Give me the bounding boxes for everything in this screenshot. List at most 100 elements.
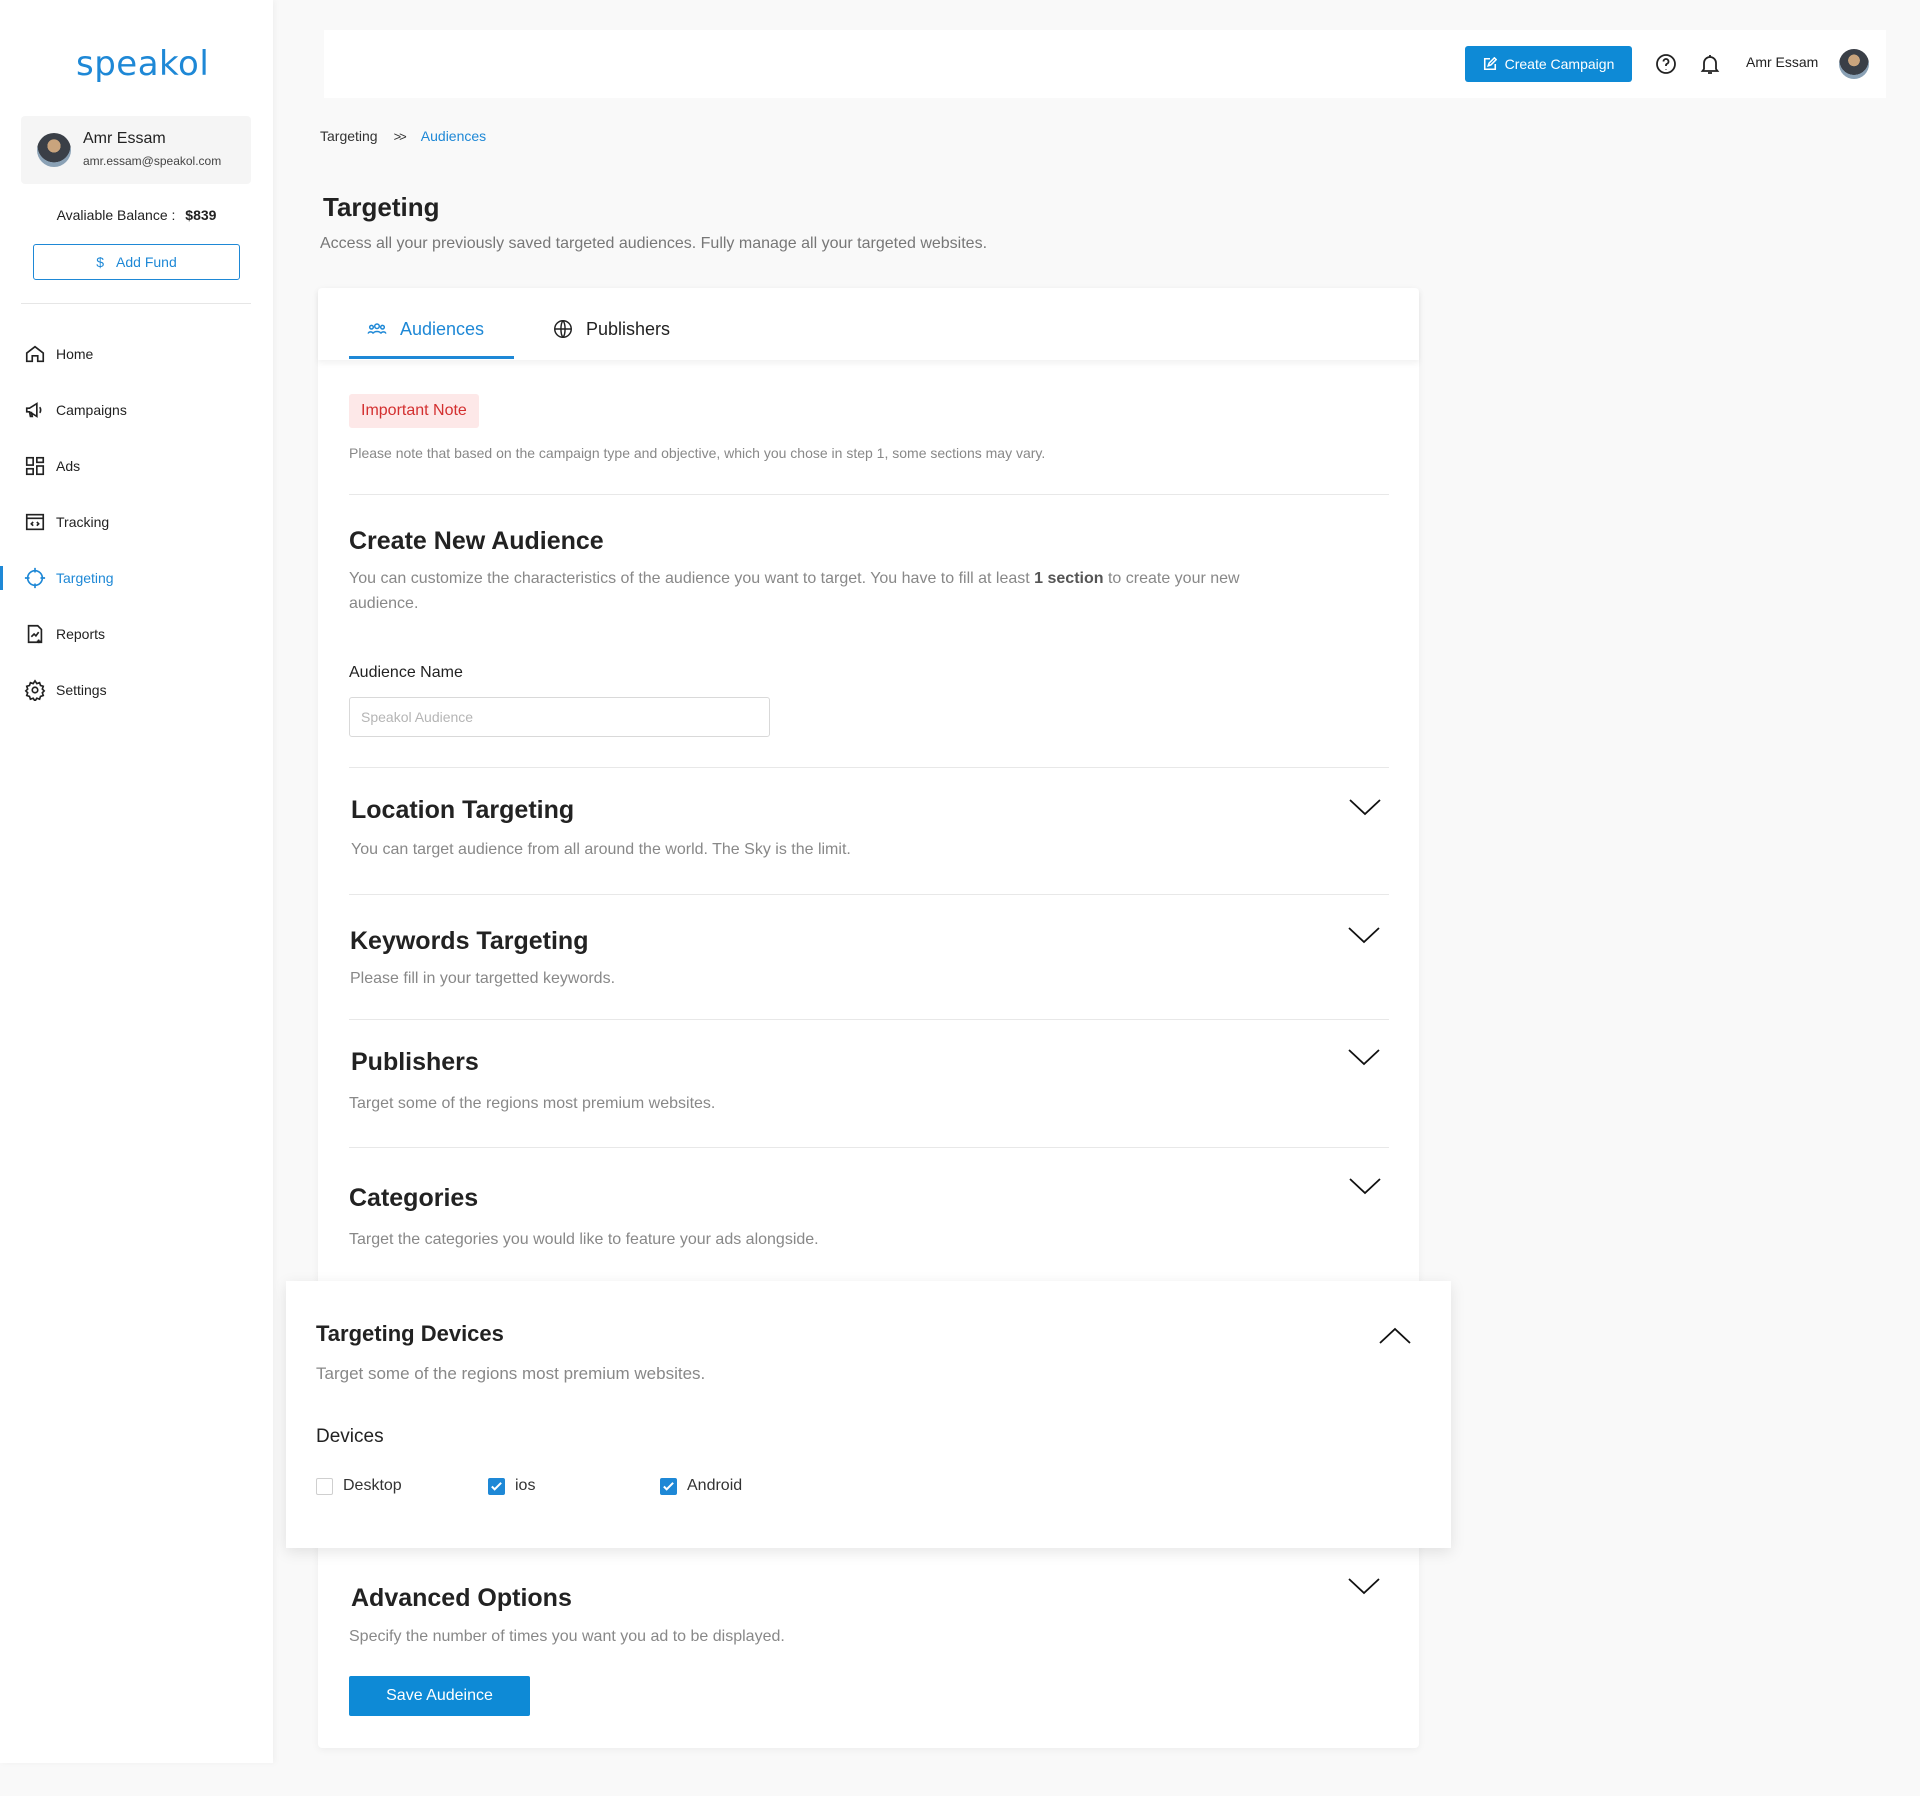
tab-label: Publishers <box>586 318 671 339</box>
sidebar-item-home[interactable]: Home <box>0 326 273 382</box>
sidebar-item-label: Reports <box>56 626 106 642</box>
sidebar-item-ads[interactable]: Ads <box>0 438 273 494</box>
page-description: Access all your previously saved targete… <box>320 235 988 252</box>
tab-bar: Audiences Publishers <box>318 288 1419 360</box>
keywords-targeting-description: Please fill in your targetted keywords. <box>350 970 616 987</box>
divider <box>349 1147 1389 1148</box>
speakol-logo[interactable]: speakol <box>76 44 209 84</box>
publishers-description: Target some of the regions most premium … <box>349 1095 716 1112</box>
checkmark-icon <box>491 1481 502 1491</box>
chevron-down-icon[interactable] <box>1347 924 1381 946</box>
divider <box>349 494 1389 495</box>
megaphone-icon <box>25 402 42 418</box>
divider <box>349 894 1389 895</box>
www-globe-icon <box>554 320 572 338</box>
tab-audiences[interactable]: Audiences <box>366 314 484 344</box>
important-note-badge: Important Note <box>349 394 479 428</box>
report-icon <box>27 624 43 644</box>
balance: Avaliable Balance : $839 <box>0 207 273 223</box>
android-checkbox[interactable]: Android <box>660 1477 742 1495</box>
divider <box>349 767 1389 768</box>
breadcrumb-audiences: Audiences <box>420 128 487 144</box>
advanced-options-title: Advanced Options <box>351 1584 572 1612</box>
note-text: Please note that based on the campaign t… <box>349 445 1046 461</box>
sidebar-item-targeting[interactable]: Targeting <box>0 550 273 606</box>
sidebar-item-settings[interactable]: Settings <box>0 662 273 718</box>
location-targeting-description: You can target audience from all around … <box>351 841 851 858</box>
sidebar-item-label: Settings <box>56 682 107 698</box>
sidebar-item-label: Ads <box>56 458 81 474</box>
devices-label: Devices <box>316 1426 384 1447</box>
home-icon <box>25 345 45 363</box>
help-icon[interactable] <box>1654 52 1678 76</box>
desktop-checkbox[interactable]: Desktop <box>316 1477 402 1495</box>
checkbox-label: Desktop <box>343 1477 402 1494</box>
save-audience-button[interactable]: Save Audeince <box>349 1676 530 1716</box>
create-audience-description: You can customize the characteristics of… <box>349 570 1240 612</box>
tab-publishers[interactable]: Publishers <box>552 314 670 344</box>
create-audience-title: Create New Audience <box>349 527 604 555</box>
checkmark-icon <box>663 1481 674 1491</box>
keywords-targeting-title: Keywords Targeting <box>350 927 589 955</box>
crosshair-icon <box>24 567 46 589</box>
categories-title: Categories <box>349 1184 479 1212</box>
audience-name-label: Audience Name <box>349 664 463 681</box>
bell-icon[interactable] <box>1698 52 1722 76</box>
edit-square-icon <box>1483 57 1497 71</box>
ios-checkbox[interactable]: ios <box>488 1477 535 1495</box>
sidebar-divider <box>21 303 251 304</box>
checkbox-box[interactable] <box>660 1477 677 1495</box>
dollar-icon: $ <box>96 254 105 270</box>
gear-icon <box>24 679 46 701</box>
chevron-down-icon[interactable] <box>1347 1575 1381 1597</box>
targeting-devices-description: Target some of the regions most premium … <box>316 1364 706 1383</box>
sidebar-nav: Home Campaigns Ads Tracking Targeting Re… <box>0 326 273 718</box>
checkbox-label: Android <box>687 1477 743 1494</box>
user-name: Amr Essam <box>83 130 166 147</box>
targeting-devices-title: Targeting Devices <box>316 1321 504 1346</box>
add-fund-button[interactable]: $ Add Fund <box>33 244 240 280</box>
user-email: amr.essam@speakol.com <box>83 154 222 168</box>
top-bar: Create Campaign Amr Essam <box>324 30 1886 98</box>
sidebar-item-campaigns[interactable]: Campaigns <box>0 382 273 438</box>
grid-icon <box>25 456 45 476</box>
top-user-name[interactable]: Amr Essam <box>1746 54 1818 70</box>
avatar[interactable] <box>1839 49 1869 79</box>
breadcrumb: Targeting >> Audiences <box>320 128 486 144</box>
code-window-icon <box>25 513 45 531</box>
sidebar-item-label: Tracking <box>56 514 110 530</box>
people-icon <box>367 323 387 334</box>
categories-description: Target the categories you would like to … <box>349 1231 819 1248</box>
create-campaign-label: Create Campaign <box>1504 56 1615 72</box>
avatar <box>37 133 71 167</box>
checkbox-box[interactable] <box>488 1477 505 1495</box>
active-tab-indicator <box>349 356 514 359</box>
checkbox-box[interactable] <box>316 1477 333 1495</box>
page-title: Targeting <box>323 192 440 222</box>
breadcrumb-separator: >> <box>393 128 407 144</box>
user-card[interactable]: Amr Essam amr.essam@speakol.com <box>21 116 251 184</box>
create-campaign-button[interactable]: Create Campaign <box>1465 46 1632 82</box>
advanced-options-description: Specify the number of times you want you… <box>349 1628 785 1645</box>
checkbox-label: ios <box>515 1477 536 1494</box>
chevron-down-icon[interactable] <box>1348 796 1382 818</box>
balance-label: Avaliable Balance : <box>56 207 176 223</box>
sidebar-item-label: Campaigns <box>56 402 127 418</box>
sidebar-item-tracking[interactable]: Tracking <box>0 494 273 550</box>
targeting-devices-panel: Targeting Devices Target some of the reg… <box>286 1281 1451 1548</box>
tab-label: Audiences <box>400 318 485 339</box>
desc-bold: 1 section <box>1034 570 1104 587</box>
balance-value: $839 <box>185 207 217 223</box>
divider <box>349 1019 1389 1020</box>
chevron-down-icon[interactable] <box>1347 1046 1381 1068</box>
audience-name-input[interactable] <box>349 697 770 737</box>
location-targeting-title: Location Targeting <box>351 796 575 824</box>
sidebar-item-reports[interactable]: Reports <box>0 606 273 662</box>
add-fund-label: Add Fund <box>116 254 177 270</box>
sidebar-item-label: Targeting <box>56 570 114 586</box>
chevron-down-icon[interactable] <box>1348 1175 1382 1197</box>
publishers-title: Publishers <box>351 1048 479 1076</box>
sidebar: speakol Amr Essam amr.essam@speakol.com … <box>0 0 273 1763</box>
breadcrumb-targeting[interactable]: Targeting <box>320 128 378 144</box>
chevron-up-icon[interactable] <box>1378 1325 1412 1347</box>
